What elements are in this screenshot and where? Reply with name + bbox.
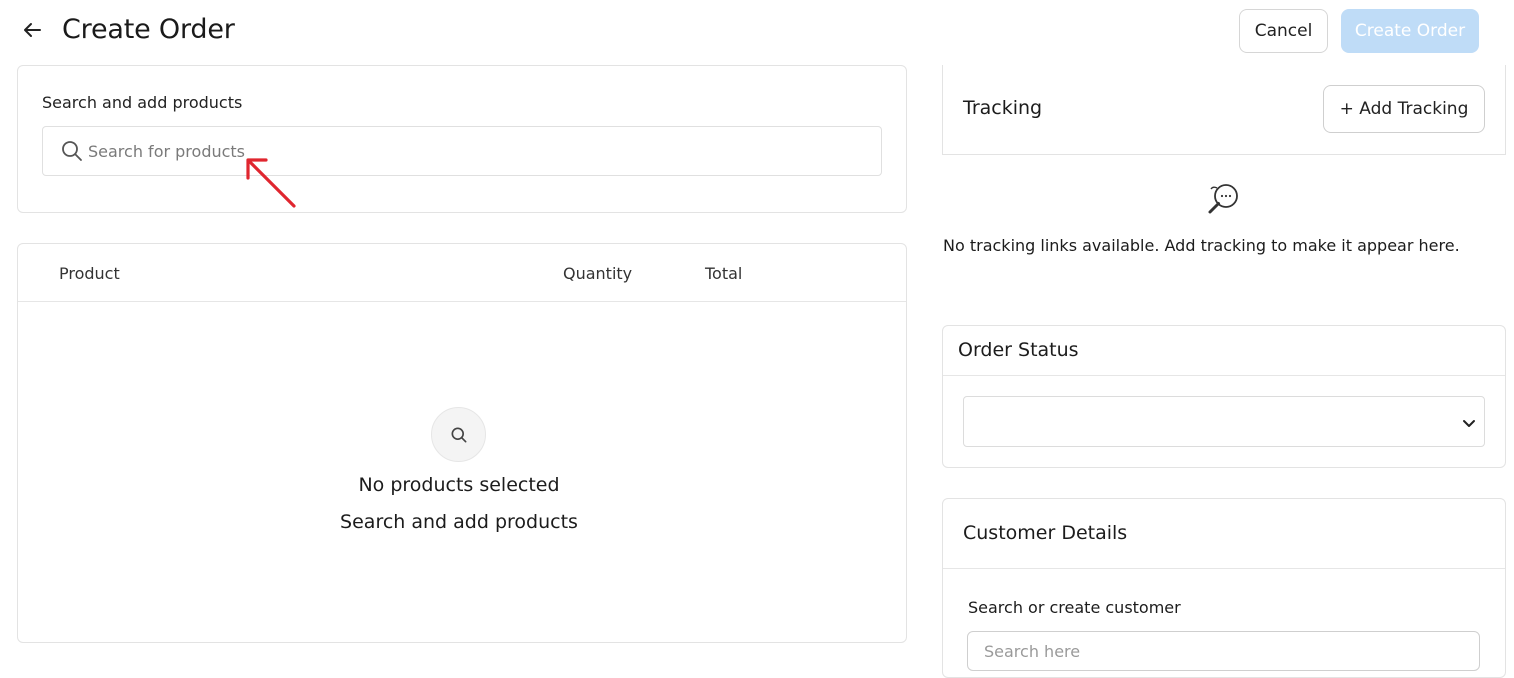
empty-state-title: No products selected	[358, 474, 560, 496]
create-order-button[interactable]: Create Order	[1341, 9, 1479, 53]
tracking-title: Tracking	[963, 97, 1043, 119]
search-input[interactable]	[88, 136, 848, 166]
customer-search-input[interactable]	[967, 631, 1480, 671]
order-status-select[interactable]	[963, 396, 1485, 447]
add-tracking-button[interactable]: + Add Tracking	[1323, 85, 1485, 133]
cancel-button[interactable]: Cancel	[1239, 9, 1328, 53]
column-header-product: Product	[59, 264, 120, 283]
customer-details-divider	[943, 568, 1505, 569]
tracking-search-icon	[1205, 180, 1243, 218]
chevron-down-icon[interactable]	[1460, 414, 1478, 432]
page-title: Create Order	[62, 14, 235, 45]
tracking-empty-text: No tracking links available. Add trackin…	[943, 236, 1460, 255]
order-status-divider	[943, 375, 1505, 376]
column-header-quantity: Quantity	[563, 264, 633, 283]
back-arrow-icon[interactable]	[20, 18, 44, 42]
customer-search-label: Search or create customer	[968, 598, 1181, 617]
annotation-arrow-icon	[240, 152, 302, 214]
search-products-label: Search and add products	[42, 93, 243, 112]
table-header-divider	[18, 301, 906, 302]
order-status-title: Order Status	[958, 339, 1079, 361]
column-header-total: Total	[705, 264, 743, 283]
customer-details-title: Customer Details	[963, 522, 1128, 544]
empty-search-icon	[431, 407, 486, 462]
search-icon	[60, 139, 84, 163]
empty-state-subtitle: Search and add products	[340, 511, 578, 533]
